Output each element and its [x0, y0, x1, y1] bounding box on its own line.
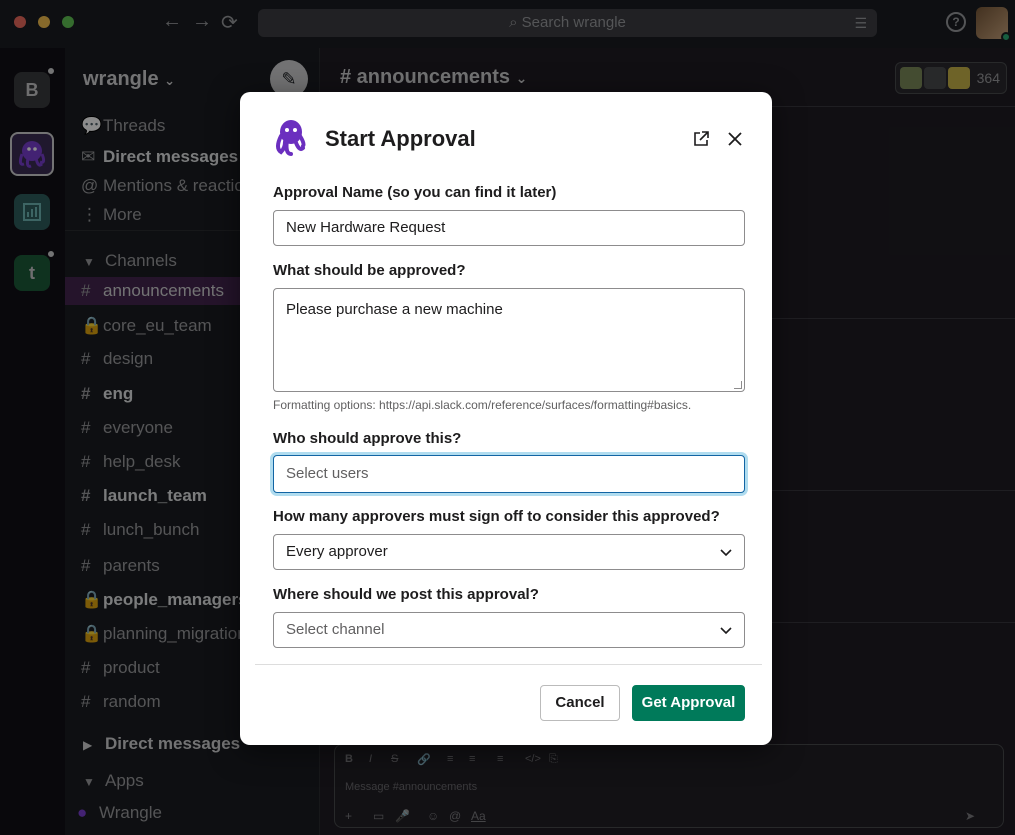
approver-count-select[interactable]: Every approver: [273, 534, 745, 570]
approval-what-textarea[interactable]: Please purchase a new machine: [273, 288, 745, 392]
approver-count-value: Every approver: [286, 543, 388, 560]
resize-handle[interactable]: [734, 381, 742, 389]
post-channel-label: Where should we post this approval?: [273, 586, 539, 603]
approval-name-input[interactable]: New Hardware Request: [273, 210, 745, 246]
approval-name-label: Approval Name (so you can find it later): [273, 184, 557, 201]
close-icon[interactable]: [726, 130, 744, 148]
start-approval-modal: Start Approval Approval Name (so you can…: [240, 92, 772, 745]
chevron-down-icon: [720, 549, 732, 557]
approvers-label: Who should approve this?: [273, 430, 462, 447]
open-external-icon[interactable]: [692, 130, 710, 148]
octopus-app-icon: [276, 120, 306, 156]
approver-count-label: How many approvers must sign off to cons…: [273, 508, 720, 525]
post-channel-placeholder: Select channel: [286, 621, 385, 638]
modal-footer-divider: [255, 664, 762, 665]
chevron-down-icon: [720, 627, 732, 635]
formatting-hint: Formatting options: https://api.slack.co…: [273, 398, 692, 412]
post-channel-select[interactable]: Select channel: [273, 612, 745, 648]
approval-what-label: What should be approved?: [273, 262, 466, 279]
modal-title: Start Approval: [325, 126, 476, 151]
cancel-button[interactable]: Cancel: [540, 685, 620, 721]
get-approval-button[interactable]: Get Approval: [632, 685, 745, 721]
select-users-input[interactable]: Select users: [273, 455, 745, 493]
approval-what-value: Please purchase a new machine: [286, 301, 503, 318]
